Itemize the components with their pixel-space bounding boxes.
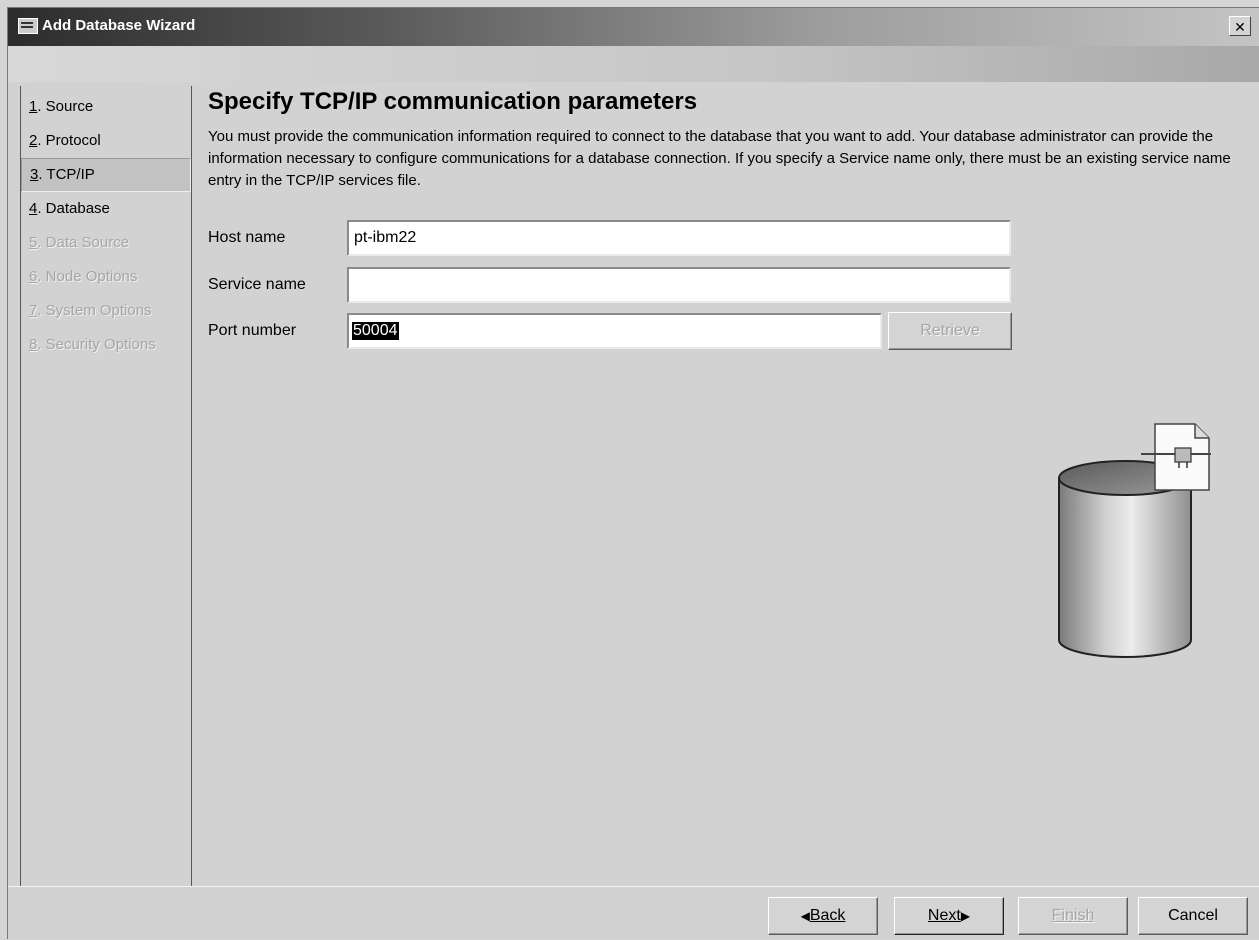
port-number-field[interactable]: 50004	[347, 313, 882, 349]
host-name-field[interactable]: pt-ibm22	[347, 220, 1011, 256]
page-title: Specify TCP/IP communication parameters	[208, 88, 698, 115]
next-button[interactable]: Next▶	[894, 897, 1004, 935]
back-button[interactable]: ◀Back	[768, 897, 878, 935]
wizard-steps-sidebar: 1. Source 2. Protocol 3. TCP/IP 4. Datab…	[20, 86, 192, 886]
window-title: Add Database Wizard	[42, 17, 196, 34]
step-database[interactable]: 4. Database	[21, 192, 191, 226]
step-tcpip[interactable]: 3. TCP/IP	[21, 158, 191, 192]
finish-button: Finish	[1018, 897, 1128, 935]
title-bar: Add Database Wizard ✕	[8, 8, 1259, 46]
wizard-app-icon	[18, 18, 38, 34]
service-name-field[interactable]	[347, 267, 1011, 303]
wizard-footer: ◀Back Next▶ Finish Cancel	[8, 886, 1259, 940]
step-source[interactable]: 1. Source	[21, 90, 191, 124]
close-button[interactable]: ✕	[1229, 16, 1251, 36]
service-name-label: Service name	[208, 276, 306, 293]
back-arrow-icon: ◀	[800, 909, 810, 923]
port-number-label: Port number	[208, 322, 297, 339]
step-security-options: 8. Security Options	[29, 336, 156, 353]
wizard-banner	[8, 46, 1259, 82]
add-database-wizard-window: Add Database Wizard ✕ 1. Source 2. Proto…	[7, 7, 1259, 939]
next-arrow-icon: ▶	[960, 909, 971, 923]
host-name-label: Host name	[208, 229, 286, 246]
port-number-value: 50004	[352, 322, 399, 340]
step-system-options: 7. System Options	[29, 302, 152, 319]
host-name-value: pt-ibm22	[354, 229, 417, 246]
retrieve-button: Retrieve	[888, 312, 1012, 350]
step-node-options: 6. Node Options	[29, 268, 138, 285]
cancel-button[interactable]: Cancel	[1138, 897, 1248, 935]
database-plug-icon	[1058, 423, 1211, 658]
step-protocol[interactable]: 2. Protocol	[21, 124, 191, 158]
step-data-source: 5. Data Source	[29, 234, 130, 251]
page-description: You must provide the communication infor…	[208, 128, 1231, 189]
